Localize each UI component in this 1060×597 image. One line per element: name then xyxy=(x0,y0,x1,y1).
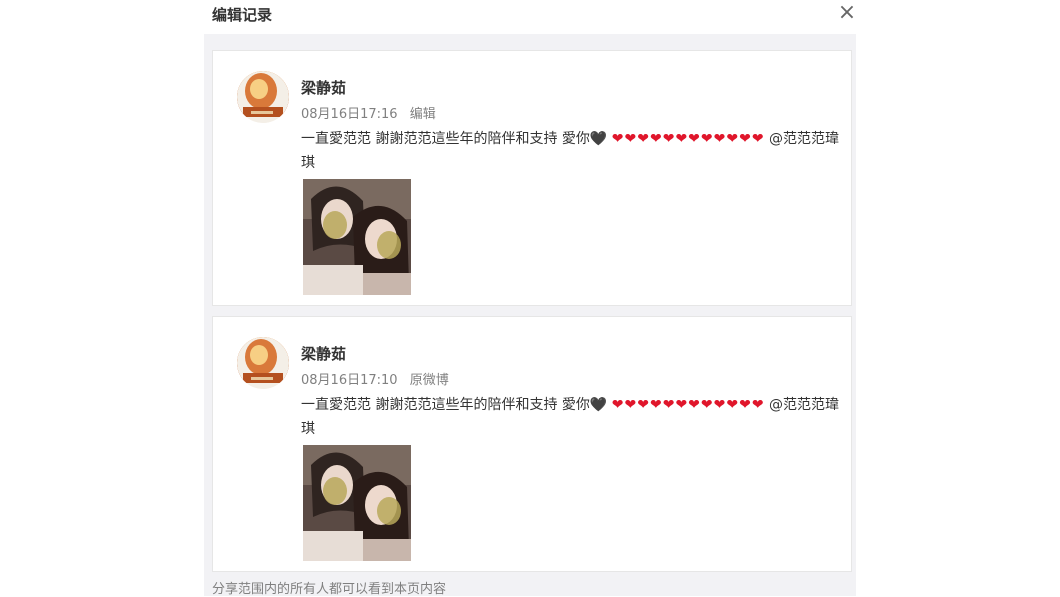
post-time[interactable]: 08月16日17:10 xyxy=(301,373,398,388)
author-name[interactable]: 梁静茹 xyxy=(301,343,346,364)
share-scope-note: 分享范围内的所有人都可以看到本页内容 xyxy=(212,582,447,597)
post-meta: 08月16日17:16 编辑 xyxy=(301,103,436,122)
post-time[interactable]: 08月16日17:16 xyxy=(301,107,398,122)
record-card: 梁静茹 08月16日17:10 原微博 一直愛范范 謝謝范范這些年的陪伴和支持 … xyxy=(212,316,852,572)
heart-icons: ❤❤❤❤❤❤❤❤❤❤❤❤ xyxy=(611,131,765,147)
post-text: 一直愛范范 謝謝范范這些年的陪伴和支持 愛你🖤 ❤❤❤❤❤❤❤❤❤❤❤❤ @范范… xyxy=(301,127,841,175)
post-photo[interactable] xyxy=(303,445,411,561)
post-text: 一直愛范范 謝謝范范這些年的陪伴和支持 愛你🖤 ❤❤❤❤❤❤❤❤❤❤❤❤ @范范… xyxy=(301,393,841,441)
record-card: 梁静茹 08月16日17:16 编辑 一直愛范范 謝謝范范這些年的陪伴和支持 愛… xyxy=(212,50,852,306)
records-panel: 梁静茹 08月16日17:16 编辑 一直愛范范 謝謝范范這些年的陪伴和支持 愛… xyxy=(204,34,856,597)
avatar[interactable] xyxy=(237,71,289,123)
post-text-main: 一直愛范范 謝謝范范這些年的陪伴和支持 愛你🖤 xyxy=(301,397,608,413)
post-text-main: 一直愛范范 謝謝范范這些年的陪伴和支持 愛你🖤 xyxy=(301,131,608,147)
dialog-title: 编辑记录 xyxy=(212,6,273,24)
heart-icons: ❤❤❤❤❤❤❤❤❤❤❤❤ xyxy=(611,397,765,413)
author-name[interactable]: 梁静茹 xyxy=(301,77,346,98)
post-photo[interactable] xyxy=(303,179,411,295)
close-icon[interactable]: × xyxy=(836,2,858,24)
post-meta: 08月16日17:10 原微博 xyxy=(301,369,449,388)
post-tag: 原微博 xyxy=(409,373,449,388)
avatar[interactable] xyxy=(237,337,289,389)
post-tag: 编辑 xyxy=(409,107,436,122)
